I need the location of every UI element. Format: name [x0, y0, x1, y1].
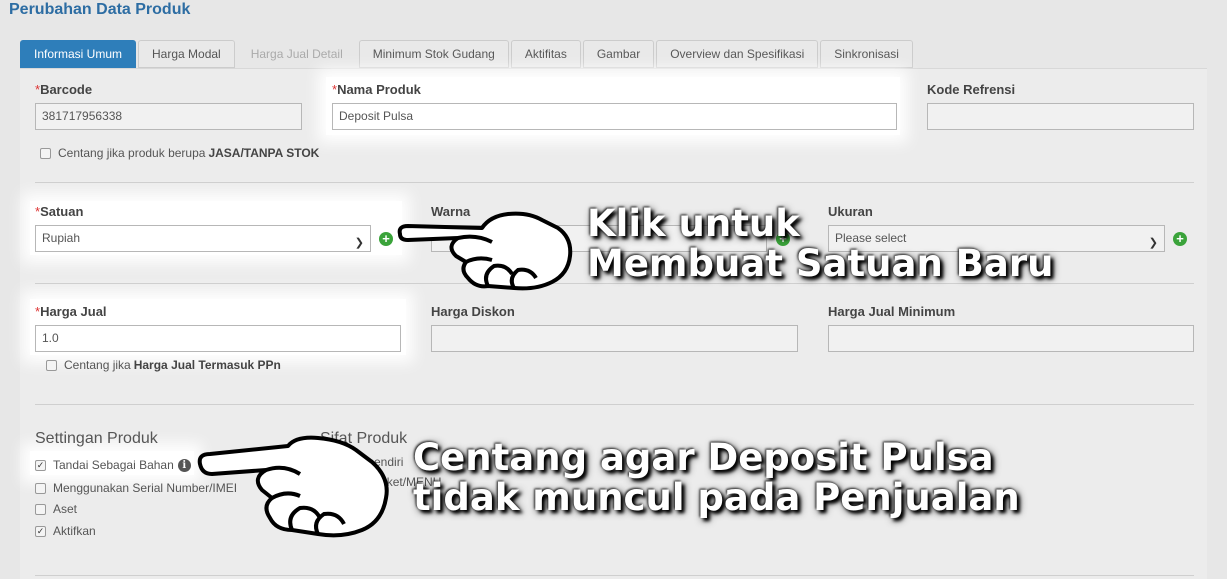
nama-produk-input[interactable]: Deposit Pulsa	[332, 103, 897, 130]
tab-harga-modal[interactable]: Harga Modal	[138, 40, 235, 68]
add-ukuran-button[interactable]: +	[1173, 232, 1187, 246]
pointing-hand-icon	[397, 211, 573, 291]
kode-refrensi-label: Kode Refrensi	[927, 82, 1016, 97]
jasa-checkbox[interactable]	[40, 147, 51, 159]
tab-informasi-umum[interactable]: Informasi Umum	[20, 40, 137, 68]
settingan-produk-title: Settingan Produk	[35, 430, 158, 447]
bahan-callout: Centang agar Deposit Pulsa tidak muncul …	[413, 436, 1020, 519]
harga-jual-minimum-label: Harga Jual Minimum	[828, 304, 956, 319]
harga-jual-label: *Harga Jual	[35, 304, 107, 319]
ppn-checkbox-row[interactable]: Centang jika Harga Jual Termasuk PPn	[46, 358, 281, 372]
aset-checkbox[interactable]	[35, 503, 46, 515]
kode-refrensi-input[interactable]	[927, 103, 1194, 130]
divider	[35, 575, 1194, 576]
tab-harga-jual-detail: Harga Jual Detail	[250, 47, 343, 61]
info-icon[interactable]: i	[177, 458, 191, 472]
add-satuan-button[interactable]: +	[379, 232, 393, 246]
tab-minimum-stok-gudang[interactable]: Minimum Stok Gudang	[358, 40, 509, 68]
harga-diskon-label: Harga Diskon	[431, 304, 515, 319]
aktifkan-row[interactable]: ✓ Aktifkan	[35, 524, 96, 538]
nama-produk-label: *Nama Produk	[332, 82, 421, 97]
jasa-checkbox-row[interactable]: Centang jika produk berupa JASA/TANPA STO…	[40, 146, 319, 160]
barcode-label: *Barcode	[35, 82, 93, 97]
tab-aktifitas[interactable]: Aktifitas	[510, 40, 581, 68]
tab-gambar[interactable]: Gambar	[582, 40, 655, 68]
tab-bar: Informasi Umum Harga Modal Harga Jual De…	[20, 40, 915, 68]
divider	[35, 182, 1194, 183]
tab-overview-spesifikasi[interactable]: Overview dan Spesifikasi	[656, 40, 819, 68]
harga-diskon-input[interactable]	[431, 325, 798, 352]
page-title: Perubahan Data Produk	[9, 1, 191, 18]
aset-row[interactable]: Aset	[35, 502, 77, 516]
satuan-select[interactable]: Rupiah ❯	[35, 225, 371, 252]
tandai-bahan-checkbox[interactable]: ✓	[35, 459, 46, 471]
harga-jual-minimum-input[interactable]	[828, 325, 1194, 352]
tandai-bahan-row[interactable]: ✓ Tandai Sebagai Bahan i	[35, 458, 191, 472]
serial-number-checkbox[interactable]	[35, 482, 46, 494]
pointing-hand-icon	[197, 435, 389, 538]
satuan-label: *Satuan	[35, 204, 84, 219]
divider	[35, 404, 1194, 405]
chevron-down-icon: ❯	[1148, 237, 1158, 249]
chevron-down-icon: ❯	[354, 237, 364, 249]
ppn-checkbox[interactable]	[46, 359, 57, 371]
barcode-input[interactable]: 381717956338	[35, 103, 302, 130]
harga-jual-input[interactable]: 1.0	[35, 325, 401, 352]
satuan-callout: Klik untuk Membuat Satuan Baru	[587, 202, 1054, 285]
aktifkan-checkbox[interactable]: ✓	[35, 525, 46, 537]
tab-sinkronisasi[interactable]: Sinkronisasi	[820, 40, 913, 68]
